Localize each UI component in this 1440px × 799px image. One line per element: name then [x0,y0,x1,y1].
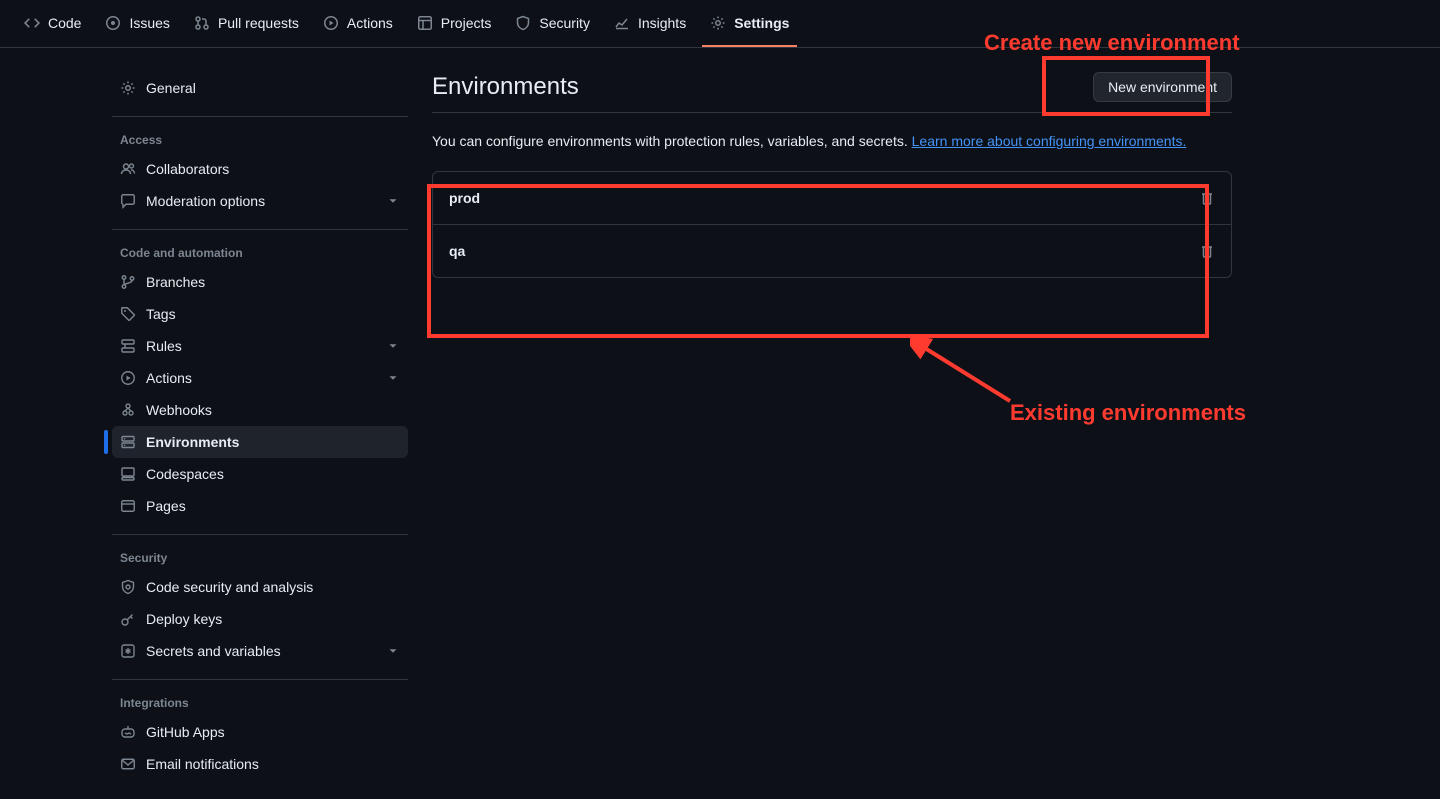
sidebar-item-label: General [146,80,196,96]
sidebar-item-webhooks[interactable]: Webhooks [112,394,408,426]
sidebar-item-label: Email notifications [146,756,259,772]
people-icon [120,161,136,177]
tab-insights[interactable]: Insights [606,0,694,47]
environment-name: qa [449,243,465,259]
sidebar-item-secrets-variables[interactable]: Secrets and variables [112,635,408,667]
sidebar-item-email-notifications[interactable]: Email notifications [112,748,408,780]
sidebar-item-label: Actions [146,370,192,386]
pr-icon [194,15,210,31]
environment-list: prod qa [432,171,1232,278]
tab-label: Pull requests [218,15,299,31]
sidebar-section-code-auto: Code and automation [112,230,408,266]
tab-label: Security [539,15,590,31]
tab-label: Settings [734,15,789,31]
gear-icon [710,15,726,31]
branch-icon [120,274,136,290]
tab-settings[interactable]: Settings [702,0,797,47]
sidebar-item-moderation[interactable]: Moderation options [112,185,408,217]
tab-label: Actions [347,15,393,31]
issue-icon [105,15,121,31]
sidebar-item-code-security[interactable]: Code security and analysis [112,571,408,603]
browser-icon [120,498,136,514]
sidebar-item-github-apps[interactable]: GitHub Apps [112,716,408,748]
sidebar-item-label: Collaborators [146,161,229,177]
sidebar-item-label: Webhooks [146,402,212,418]
sidebar-item-label: Secrets and variables [146,643,281,659]
environment-row[interactable]: qa [433,225,1231,277]
tab-label: Issues [129,15,169,31]
sidebar-item-label: Deploy keys [146,611,222,627]
tab-label: Projects [441,15,492,31]
tab-label: Insights [638,15,686,31]
tab-pull-requests[interactable]: Pull requests [186,0,307,47]
environment-name: prod [449,190,480,206]
codespaces-icon [120,466,136,482]
sidebar-item-codespaces[interactable]: Codespaces [112,458,408,490]
server-icon [120,434,136,450]
tab-label: Code [48,15,81,31]
sidebar-item-tags[interactable]: Tags [112,298,408,330]
sidebar-item-label: Moderation options [146,193,265,209]
graph-icon [614,15,630,31]
webhook-icon [120,402,136,418]
sidebar-item-branches[interactable]: Branches [112,266,408,298]
sidebar-item-label: Branches [146,274,205,290]
shield-icon [515,15,531,31]
delete-environment-button[interactable] [1199,190,1215,206]
rules-icon [120,338,136,354]
sidebar-section-integrations: Integrations [112,680,408,716]
sidebar-section-access: Access [112,117,408,153]
sidebar-item-environments[interactable]: Environments [112,426,408,458]
chevron-down-icon [386,339,400,353]
page-header: Environments New environment [432,72,1232,113]
page-description: You can configure environments with prot… [432,131,1232,153]
new-environment-button[interactable]: New environment [1093,72,1232,102]
sidebar-item-label: Pages [146,498,186,514]
shield-check-icon [120,579,136,595]
chevron-down-icon [386,194,400,208]
tab-actions[interactable]: Actions [315,0,401,47]
learn-more-link[interactable]: Learn more about configuring environment… [912,133,1187,149]
chevron-down-icon [386,371,400,385]
code-icon [24,15,40,31]
tab-issues[interactable]: Issues [97,0,177,47]
project-icon [417,15,433,31]
sidebar-item-label: Code security and analysis [146,579,313,595]
sidebar-item-actions[interactable]: Actions [112,362,408,394]
gear-icon [120,80,136,96]
chevron-down-icon [386,644,400,658]
environment-row[interactable]: prod [433,172,1231,225]
key-icon [120,611,136,627]
page-title: Environments [432,73,579,101]
tag-icon [120,306,136,322]
tab-projects[interactable]: Projects [409,0,500,47]
repo-nav: Code Issues Pull requests Actions Projec… [0,0,1440,48]
sidebar-section-security: Security [112,535,408,571]
play-icon [323,15,339,31]
sidebar-item-label: GitHub Apps [146,724,225,740]
sidebar-item-label: Rules [146,338,182,354]
comment-icon [120,193,136,209]
hubot-icon [120,724,136,740]
sidebar-item-rules[interactable]: Rules [112,330,408,362]
key-asterisk-icon [120,643,136,659]
sidebar-item-label: Environments [146,434,239,450]
play-icon [120,370,136,386]
sidebar-item-collaborators[interactable]: Collaborators [112,153,408,185]
sidebar-item-pages[interactable]: Pages [112,490,408,522]
delete-environment-button[interactable] [1199,243,1215,259]
sidebar-item-general[interactable]: General [112,72,408,104]
settings-sidebar: General Access Collaborators Moderation … [112,72,408,780]
sidebar-item-label: Codespaces [146,466,224,482]
sidebar-item-label: Tags [146,306,176,322]
sidebar-item-deploy-keys[interactable]: Deploy keys [112,603,408,635]
tab-code[interactable]: Code [16,0,89,47]
desc-text: You can configure environments with prot… [432,133,912,149]
tab-security[interactable]: Security [507,0,598,47]
mail-icon [120,756,136,772]
main-content: Environments New environment You can con… [432,72,1232,780]
